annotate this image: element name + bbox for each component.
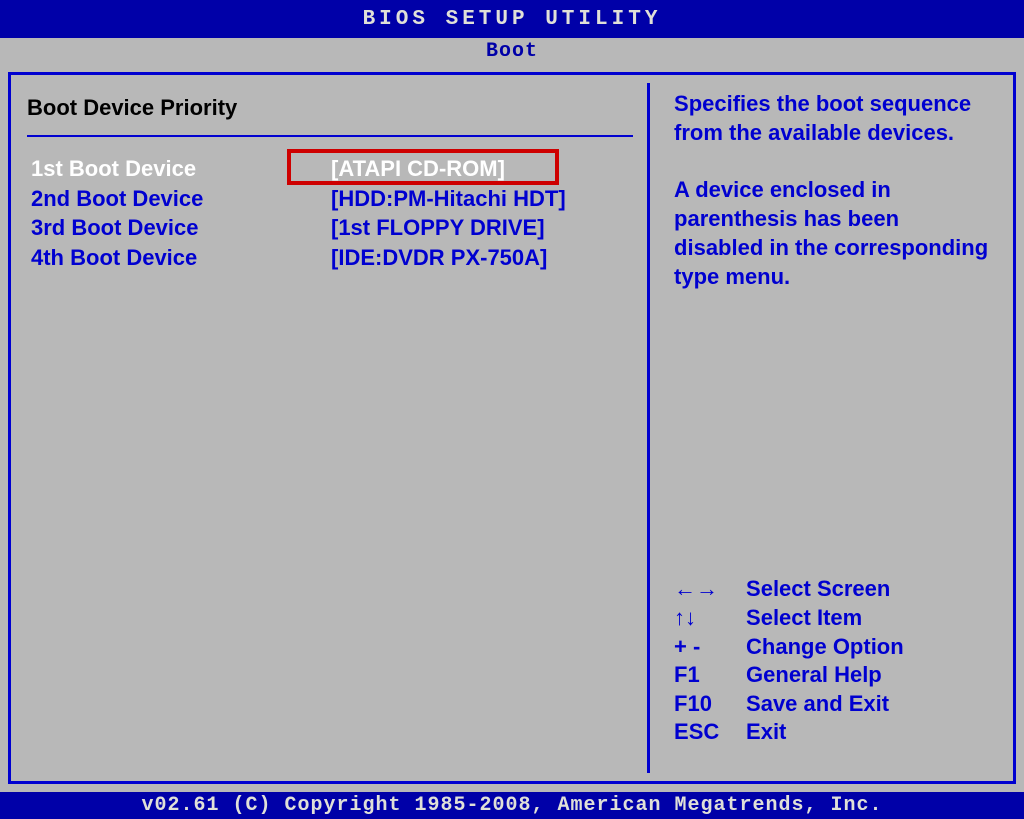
boot-device-2[interactable]: 2nd Boot Device [HDD:PM-Hitachi HDT]	[31, 185, 633, 214]
boot-device-label: 4th Boot Device	[31, 244, 331, 273]
key-description: Select Item	[746, 604, 862, 633]
key-hint-select-screen: ←→ Select Screen	[674, 575, 993, 604]
boot-device-label: 1st Boot Device	[31, 155, 331, 184]
content-area: Boot Device Priority 1st Boot Device [AT…	[0, 64, 1024, 792]
help-para-1: Specifies the boot sequence from the ava…	[674, 89, 993, 147]
help-text: Specifies the boot sequence from the ava…	[674, 89, 993, 319]
key-symbol: ↑↓	[674, 604, 746, 633]
boot-device-4[interactable]: 4th Boot Device [IDE:DVDR PX-750A]	[31, 244, 633, 273]
help-para-2: A device enclosed in parenthesis has bee…	[674, 175, 993, 291]
right-panel: Specifies the boot sequence from the ava…	[650, 83, 1007, 773]
boot-device-label: 2nd Boot Device	[31, 185, 331, 214]
key-description: Exit	[746, 718, 786, 747]
footer-bar: v02.61 (C) Copyright 1985-2008, American…	[0, 792, 1024, 819]
left-panel: Boot Device Priority 1st Boot Device [AT…	[17, 83, 650, 773]
boot-device-3[interactable]: 3rd Boot Device [1st FLOPPY DRIVE]	[31, 214, 633, 243]
key-symbol: + -	[674, 633, 746, 662]
key-description: General Help	[746, 661, 882, 690]
footer-text: v02.61 (C) Copyright 1985-2008, American…	[141, 794, 882, 817]
key-symbol: F10	[674, 690, 746, 719]
boot-device-value: [IDE:DVDR PX-750A]	[331, 244, 547, 273]
key-symbol: ESC	[674, 718, 746, 747]
tab-row: Boot	[0, 38, 1024, 64]
key-symbol: ←→	[674, 575, 746, 604]
boot-device-value: [ATAPI CD-ROM]	[331, 155, 505, 184]
section-title: Boot Device Priority	[27, 89, 633, 137]
boot-device-value: [1st FLOPPY DRIVE]	[331, 214, 545, 243]
key-hint-select-item: ↑↓ Select Item	[674, 604, 993, 633]
tab-boot[interactable]: Boot	[472, 38, 552, 65]
key-symbol: F1	[674, 661, 746, 690]
boot-device-label: 3rd Boot Device	[31, 214, 331, 243]
bios-title: BIOS SETUP UTILITY	[363, 8, 662, 31]
key-description: Change Option	[746, 633, 904, 662]
key-description: Save and Exit	[746, 690, 889, 719]
boot-device-list: 1st Boot Device [ATAPI CD-ROM] 2nd Boot …	[27, 155, 633, 272]
main-box: Boot Device Priority 1st Boot Device [AT…	[8, 72, 1016, 784]
key-hint-save-exit: F10 Save and Exit	[674, 690, 993, 719]
key-hints: ←→ Select Screen ↑↓ Select Item + - Chan…	[674, 575, 993, 767]
boot-device-1[interactable]: 1st Boot Device [ATAPI CD-ROM]	[31, 155, 633, 184]
boot-device-value: [HDD:PM-Hitachi HDT]	[331, 185, 566, 214]
key-hint-exit: ESC Exit	[674, 718, 993, 747]
header-bar: BIOS SETUP UTILITY	[0, 0, 1024, 38]
key-hint-change-option: + - Change Option	[674, 633, 993, 662]
key-description: Select Screen	[746, 575, 890, 604]
key-hint-general-help: F1 General Help	[674, 661, 993, 690]
